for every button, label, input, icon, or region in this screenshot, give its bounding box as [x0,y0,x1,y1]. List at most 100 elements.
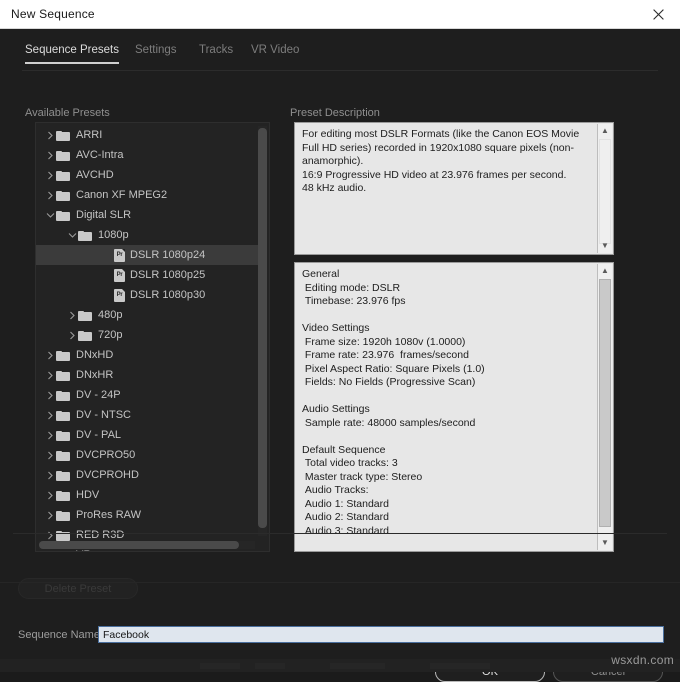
tree-item-label: DSLR 1080p24 [130,249,206,261]
chevron-down-icon[interactable] [66,225,78,245]
chevron-right-icon[interactable] [66,305,78,325]
tab-sequence-presets[interactable]: Sequence Presets [25,44,119,64]
tree-item-dvcpro50[interactable]: DVCPRO50 [36,445,258,465]
tree-item-dvcprohd[interactable]: DVCPROHD [36,465,258,485]
summary-scroll-thumb[interactable] [599,139,611,244]
preset-file-icon: Pr [114,268,125,282]
watermark: wsxdn.com [611,653,674,667]
tree-item-digital-slr[interactable]: Digital SLR [36,205,258,225]
chevron-right-icon[interactable] [44,385,56,405]
preset-file-icon: Pr [114,288,125,302]
details-scroll-thumb[interactable] [599,279,611,527]
tree-item-prores-raw[interactable]: ProRes RAW [36,505,258,525]
tree-item-canon-xf-mpeg2[interactable]: Canon XF MPEG2 [36,185,258,205]
tree-item-label: ARRI [76,129,103,141]
available-presets-tree[interactable]: ARRI AVC-Intra AVCHD Canon XF MPEG2 Digital … [35,122,270,552]
sequence-name-label: Sequence Name: [18,629,103,641]
chevron-right-icon[interactable] [44,185,56,205]
chevron-right-icon[interactable] [44,485,56,505]
tree-item-label: DSLR 1080p25 [130,269,206,281]
tree-item-480p[interactable]: 480p [36,305,258,325]
sequence-name-input[interactable] [98,626,664,643]
folder-icon [56,490,71,501]
footer-divider [0,582,680,583]
tree-vertical-scrollbar[interactable] [258,126,267,536]
preset-description-summary-text: For editing most DSLR Formats (like the … [302,128,580,194]
chevron-down-icon[interactable] [44,205,56,225]
folder-icon [56,390,71,401]
tree-item-dv-24p[interactable]: DV - 24P [36,385,258,405]
tree-item-hdv[interactable]: HDV [36,485,258,505]
chevron-right-icon[interactable] [44,445,56,465]
strip-segment [330,663,385,669]
chevron-right-icon[interactable] [66,325,78,345]
chevron-down-icon[interactable]: ▼ [598,239,612,253]
chevron-up-icon[interactable]: ▲ [598,264,612,278]
tree-item-label: Digital SLR [76,209,132,221]
tree-item-arri[interactable]: ARRI [36,125,258,145]
tab-bar: Sequence Presets Settings Tracks VR Vide… [22,44,658,71]
tab-vr-video[interactable]: VR Video [251,44,299,62]
preset-description-label: Preset Description [290,107,380,119]
chevron-right-icon [102,245,114,265]
chevron-right-icon[interactable] [44,505,56,525]
tree-horizontal-scrollbar[interactable] [39,541,255,549]
tree-item-dslr-1080p25[interactable]: Pr DSLR 1080p25 [36,265,258,285]
tree-item-1080p[interactable]: 1080p [36,225,258,245]
strip-segment [200,663,240,669]
preset-description-details-text: General Editing mode: DSLR Timebase: 23.… [302,268,485,537]
tree-item-label: ProRes RAW [76,509,141,521]
summary-scrollbar[interactable]: ▲ ▼ [597,124,612,253]
tree-item-dnxhr[interactable]: DNxHR [36,365,258,385]
chevron-right-icon [102,285,114,305]
folder-icon [56,430,71,441]
tree-item-720p[interactable]: 720p [36,325,258,345]
chevron-up-icon[interactable]: ▲ [598,124,612,138]
chevron-right-icon[interactable] [44,405,56,425]
chevron-right-icon[interactable] [44,165,56,185]
folder-icon [78,310,93,321]
tree-item-label: DV - 24P [76,389,121,401]
close-icon[interactable] [636,0,680,28]
tree-item-dv-pal[interactable]: DV - PAL [36,425,258,445]
chevron-right-icon[interactable] [44,365,56,385]
tree-item-avc-intra[interactable]: AVC-Intra [36,145,258,165]
strip-segment [430,663,490,669]
preset-description-summary-pane: For editing most DSLR Formats (like the … [294,122,614,255]
folder-icon [56,550,71,551]
folder-icon [56,510,71,521]
new-sequence-dialog: Sequence Presets Settings Tracks VR Vide… [0,29,680,682]
tree-item-avchd[interactable]: AVCHD [36,165,258,185]
tree-item-dv-ntsc[interactable]: DV - NTSC [36,405,258,425]
tab-tracks[interactable]: Tracks [199,44,233,62]
details-scrollbar[interactable]: ▲ ▼ [597,264,612,550]
folder-icon [56,410,71,421]
folder-icon [56,450,71,461]
chevron-right-icon[interactable] [44,145,56,165]
tree-vertical-scroll-thumb[interactable] [258,128,267,528]
chevron-right-icon[interactable] [44,125,56,145]
chevron-right-icon[interactable] [44,465,56,485]
chevron-right-icon[interactable] [44,345,56,365]
tree-item-label: HDV [76,489,100,501]
folder-icon [56,190,71,201]
tree-item-dslr-1080p30[interactable]: Pr DSLR 1080p30 [36,285,258,305]
folder-icon [56,170,71,181]
chevron-down-icon[interactable]: ▼ [598,536,612,550]
tree-item-label: DVCPRO50 [76,449,136,461]
folder-icon [78,230,93,241]
available-presets-label: Available Presets [25,107,110,119]
tree-item-label: 1080p [98,229,129,241]
tree-item-label: DVCPROHD [76,469,139,481]
tree-item-label: DNxHR [76,369,114,381]
preset-tree-list: ARRI AVC-Intra AVCHD Canon XF MPEG2 Digital … [36,125,258,551]
preset-description-details-pane: General Editing mode: DSLR Timebase: 23.… [294,262,614,552]
folder-icon [56,150,71,161]
chevron-right-icon[interactable] [44,425,56,445]
tree-horizontal-scroll-thumb[interactable] [39,541,239,549]
tree-item-dnxhd[interactable]: DNxHD [36,345,258,365]
tree-item-dslr-1080p24[interactable]: Pr DSLR 1080p24 [36,245,258,265]
tab-settings[interactable]: Settings [135,44,177,62]
folder-icon [78,330,93,341]
tree-item-label: 480p [98,309,123,321]
